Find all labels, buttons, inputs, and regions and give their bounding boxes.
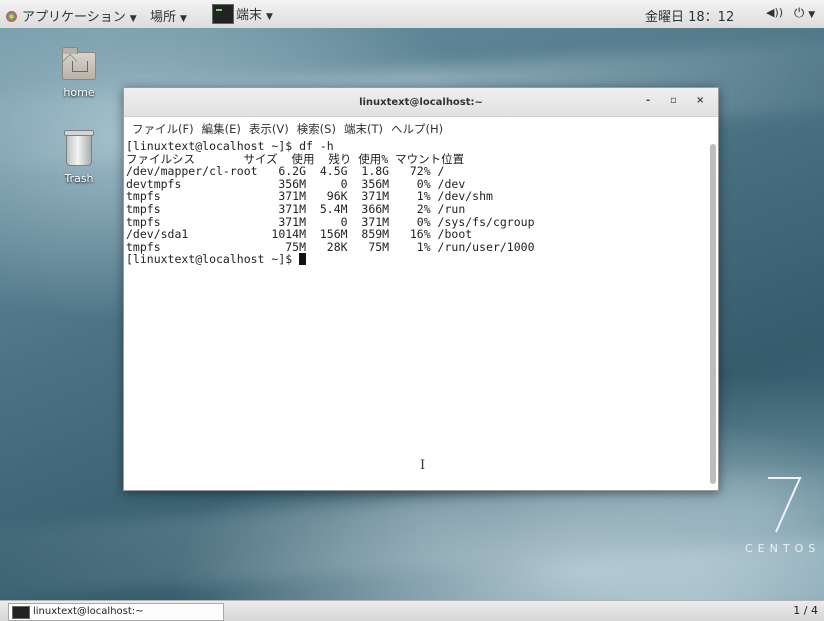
trash-desktop-icon[interactable]: Trash: [44, 130, 114, 185]
terminal-icon: [212, 4, 234, 24]
chevron-down-icon: ▼: [180, 14, 187, 24]
applications-icon: [6, 11, 17, 22]
workspace-indicator[interactable]: 1 / 4: [793, 604, 818, 617]
menu-search[interactable]: 検索(S): [297, 121, 336, 137]
text-cursor: [299, 253, 307, 266]
trash-icon: [64, 130, 94, 166]
terminal-line: /dev/sda1 1014M 156M 859M 16% /boot: [126, 227, 473, 242]
house-icon: [72, 61, 88, 72]
terminal-line: tmpfs 371M 5.4M 366M 2% /run: [126, 201, 466, 216]
centos-logo-text: CENTOS: [745, 542, 821, 555]
chevron-down-icon: ▼: [129, 14, 137, 24]
icon-label: Trash: [64, 172, 94, 185]
taskbar-window-label: linuxtext@localhost:~: [33, 606, 144, 617]
terminal-prompt: [linuxtext@localhost ~]$: [126, 252, 300, 267]
chevron-down-icon: ▼: [808, 10, 816, 20]
menu-file[interactable]: ファイル(F): [132, 121, 194, 137]
terminal-output[interactable]: [linuxtext@localhost ~]$ df -h ファイルシス サイズ…: [124, 140, 706, 490]
close-button[interactable]: ×: [696, 95, 704, 106]
scrollbar[interactable]: [710, 144, 716, 484]
terminal-icon: [12, 606, 30, 619]
top-panel: アプリケーション ▼ 場所 ▼ 端末 ▼ 金曜日 18：12 ◀)) ⏻ ▼: [0, 0, 824, 29]
taskbar-window-button[interactable]: linuxtext@localhost:~: [8, 603, 224, 621]
centos-7-logo: [768, 477, 802, 533]
terminal-app-menu[interactable]: 端末 ▼: [212, 4, 273, 24]
home-folder-icon[interactable]: home: [44, 47, 114, 99]
mouse-ibeam-cursor-icon: I: [420, 458, 426, 473]
menu-terminal[interactable]: 端末(T): [344, 121, 383, 137]
applications-menu[interactable]: アプリケーション ▼: [6, 6, 137, 25]
window-title: linuxtext@localhost:~: [359, 97, 483, 108]
clock[interactable]: 金曜日 18：12: [645, 6, 734, 25]
icon-label: home: [63, 86, 95, 99]
bottom-panel: linuxtext@localhost:~ 1 / 4: [0, 600, 824, 621]
folder-icon: [62, 47, 96, 80]
terminal-window[interactable]: linuxtext@localhost:~ - ▫ × ファイル(F) 編集(E)…: [123, 87, 719, 491]
menu-edit[interactable]: 編集(E): [202, 121, 241, 137]
menu-view[interactable]: 表示(V): [249, 121, 289, 137]
window-titlebar[interactable]: linuxtext@localhost:~ - ▫ ×: [124, 88, 718, 117]
chevron-down-icon: ▼: [266, 12, 273, 22]
menu-help[interactable]: ヘルプ(H): [391, 121, 443, 137]
terminal-line: [linuxtext@localhost ~]$ df -h: [126, 139, 334, 153]
menu-bar: ファイル(F) 編集(E) 表示(V) 検索(S) 端末(T) ヘルプ(H): [124, 117, 718, 137]
places-menu[interactable]: 場所 ▼: [150, 6, 187, 25]
volume-icon[interactable]: ◀)): [766, 6, 783, 19]
minimize-button[interactable]: -: [646, 95, 650, 106]
terminal-prompt-line[interactable]: [linuxtext@localhost ~]$: [126, 253, 706, 266]
power-icon[interactable]: ⏻ ▼: [794, 6, 815, 21]
terminal-line: /dev/mapper/cl-root 6.2G 4.5G 1.8G 72% /: [126, 164, 445, 179]
maximize-button[interactable]: ▫: [670, 95, 677, 106]
